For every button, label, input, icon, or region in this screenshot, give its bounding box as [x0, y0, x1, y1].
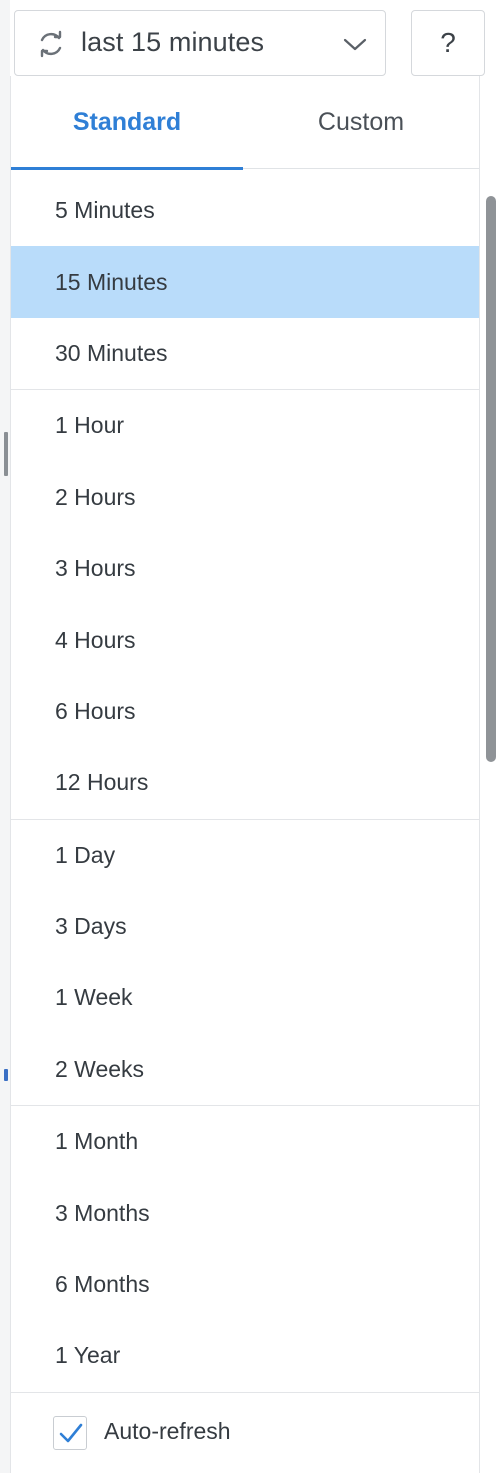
- option-6-hours[interactable]: 6 Hours: [11, 676, 479, 747]
- chevron-down-icon: [343, 38, 367, 51]
- refresh-icon[interactable]: [35, 28, 67, 60]
- option-3-days[interactable]: 3 Days: [11, 891, 479, 962]
- option-4-hours[interactable]: 4 Hours: [11, 604, 479, 675]
- tab-custom[interactable]: Custom: [243, 76, 479, 169]
- minutes-group: 5 Minutes 15 Minutes 30 Minutes: [11, 175, 479, 391]
- hours-group: 1 Hour 2 Hours 3 Hours 4 Hours 6 Hours 1…: [11, 390, 479, 820]
- time-range-options: 5 Minutes 15 Minutes 30 Minutes 1 Hour 2…: [11, 175, 479, 1393]
- option-15-minutes[interactable]: 15 Minutes: [11, 246, 479, 318]
- option-3-hours[interactable]: 3 Hours: [11, 533, 479, 604]
- tab-bar: Standard Custom: [11, 76, 479, 170]
- days-weeks-group: 1 Day 3 Days 1 Week 2 Weeks: [11, 820, 479, 1107]
- option-1-day[interactable]: 1 Day: [11, 820, 479, 891]
- time-range-dropdown[interactable]: last 15 minutes: [14, 10, 386, 76]
- background-edge-mark: [4, 432, 8, 476]
- option-12-hours[interactable]: 12 Hours: [11, 747, 479, 818]
- option-6-months[interactable]: 6 Months: [11, 1249, 479, 1320]
- option-30-minutes[interactable]: 30 Minutes: [11, 318, 479, 389]
- scrollbar-thumb[interactable]: [486, 196, 496, 762]
- option-5-minutes[interactable]: 5 Minutes: [11, 175, 479, 246]
- option-1-hour[interactable]: 1 Hour: [11, 390, 479, 461]
- option-1-year[interactable]: 1 Year: [11, 1320, 479, 1391]
- time-range-panel: Standard Custom 5 Minutes 15 Minutes 30 …: [10, 76, 480, 1473]
- background-page-edge: [0, 0, 10, 1473]
- option-1-week[interactable]: 1 Week: [11, 962, 479, 1033]
- auto-refresh-label: Auto-refresh: [104, 1418, 231, 1444]
- help-button[interactable]: ?: [411, 10, 485, 76]
- auto-refresh-checkbox[interactable]: [53, 1416, 87, 1450]
- option-3-months[interactable]: 3 Months: [11, 1177, 479, 1248]
- tab-standard[interactable]: Standard: [11, 76, 243, 170]
- option-2-hours[interactable]: 2 Hours: [11, 462, 479, 533]
- months-years-group: 1 Month 3 Months 6 Months 1 Year: [11, 1106, 479, 1393]
- option-2-weeks[interactable]: 2 Weeks: [11, 1034, 479, 1105]
- auto-refresh-row: Auto-refresh: [11, 1388, 479, 1473]
- checkmark-icon: [59, 1423, 83, 1443]
- time-range-label: last 15 minutes: [81, 27, 265, 57]
- background-edge-mark: [4, 1069, 8, 1081]
- option-1-month[interactable]: 1 Month: [11, 1106, 479, 1177]
